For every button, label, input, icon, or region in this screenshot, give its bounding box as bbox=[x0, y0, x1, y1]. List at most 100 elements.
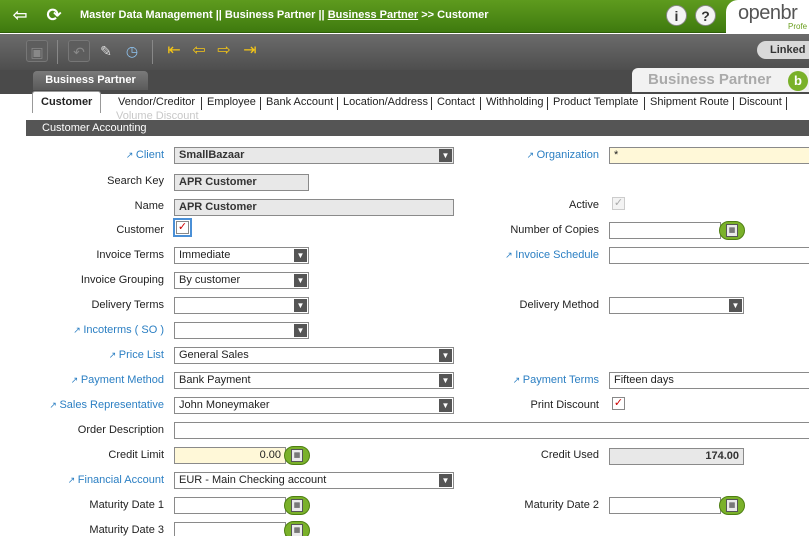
tab-shipment-route[interactable]: Shipment Route bbox=[650, 95, 729, 111]
toolbar-separator bbox=[152, 40, 153, 64]
sales-representative-label[interactable]: Sales Representative bbox=[49, 399, 164, 411]
payment-method-value: Bank Payment bbox=[179, 374, 251, 386]
back-icon[interactable]: ⇦ bbox=[8, 4, 32, 28]
organization-label[interactable]: Organization bbox=[527, 149, 599, 161]
tab-product-template[interactable]: Product Template bbox=[553, 95, 638, 111]
financial-account-label[interactable]: Financial Account bbox=[68, 474, 164, 486]
credit-limit-field[interactable]: 0.00 bbox=[174, 447, 286, 464]
tab-divider bbox=[480, 97, 481, 110]
subtab-customer-accounting[interactable]: Customer Accounting bbox=[26, 120, 809, 136]
calculator-icon[interactable]: ▦ bbox=[284, 521, 310, 536]
window-title: Business Partner bbox=[632, 68, 809, 92]
tab-vendor-creditor[interactable]: Vendor/Creditor bbox=[118, 95, 195, 111]
incoterms-select[interactable]: ▼ bbox=[174, 322, 309, 339]
tab-employee[interactable]: Employee bbox=[207, 95, 256, 111]
name-field[interactable]: APR Customer bbox=[174, 199, 454, 216]
client-select[interactable]: SmallBazaar ▼ bbox=[174, 147, 454, 164]
delivery-method-select[interactable]: ▼ bbox=[609, 297, 744, 314]
delivery-method-label: Delivery Method bbox=[519, 299, 599, 311]
help-icon[interactable]: ? bbox=[695, 5, 716, 26]
dropdown-arrow-icon[interactable]: ▼ bbox=[294, 274, 307, 287]
search-key-label: Search Key bbox=[107, 175, 164, 187]
print-discount-label: Print Discount bbox=[530, 399, 599, 411]
breadcrumb-link-business-partner[interactable]: Business Partner bbox=[328, 9, 418, 21]
invoice-terms-select[interactable]: Immediate ▼ bbox=[174, 247, 309, 264]
tab-location-address[interactable]: Location/Address bbox=[343, 95, 428, 111]
invoice-schedule-label[interactable]: Invoice Schedule bbox=[505, 249, 599, 261]
info-icon[interactable]: i bbox=[666, 5, 687, 26]
client-value: SmallBazaar bbox=[179, 149, 245, 161]
first-record-icon[interactable]: ⇤ bbox=[163, 40, 185, 62]
print-discount-checkbox[interactable]: ✓ bbox=[612, 397, 625, 410]
dropdown-arrow-icon[interactable]: ▼ bbox=[439, 474, 452, 487]
dropdown-arrow-icon[interactable]: ▼ bbox=[439, 374, 452, 387]
tab-withholding[interactable]: Withholding bbox=[486, 95, 543, 111]
last-record-icon[interactable]: ⇥ bbox=[239, 40, 261, 62]
toolbar: ▣ ↶ ✎ ◷ ⇤ ⇦ ⇨ ⇥ bbox=[0, 34, 809, 70]
financial-account-select[interactable]: EUR - Main Checking account ▼ bbox=[174, 472, 454, 489]
tab-divider bbox=[337, 97, 338, 110]
save-icon[interactable]: ▣ bbox=[26, 40, 48, 62]
incoterms-label[interactable]: Incoterms ( SO ) bbox=[73, 324, 164, 336]
tab-divider bbox=[547, 97, 548, 110]
price-list-value: General Sales bbox=[179, 349, 249, 361]
credit-used-label: Credit Used bbox=[540, 449, 599, 461]
dropdown-arrow-icon[interactable]: ▼ bbox=[294, 299, 307, 312]
logo: openbr Profe bbox=[726, 0, 809, 33]
invoice-terms-value: Immediate bbox=[179, 249, 231, 261]
maturity-date-3-field[interactable] bbox=[174, 522, 286, 536]
invoice-grouping-select[interactable]: By customer ▼ bbox=[174, 272, 309, 289]
dropdown-arrow-icon[interactable]: ▼ bbox=[294, 324, 307, 337]
window-tab-business-partner[interactable]: Business Partner bbox=[33, 71, 148, 90]
search-key-field[interactable]: APR Customer bbox=[174, 174, 309, 191]
undo-icon[interactable]: ↶ bbox=[68, 40, 90, 62]
refresh-icon[interactable]: ⟳ bbox=[42, 4, 66, 28]
tab-divider bbox=[733, 97, 734, 110]
number-of-copies-field[interactable] bbox=[609, 222, 721, 239]
organization-field[interactable]: * bbox=[609, 147, 809, 164]
attach-icon[interactable]: ✎ bbox=[95, 40, 117, 62]
dropdown-arrow-icon[interactable]: ▼ bbox=[439, 399, 452, 412]
tab-bank-account[interactable]: Bank Account bbox=[266, 95, 333, 111]
breadcrumb-current: Customer bbox=[437, 9, 489, 21]
delivery-terms-label: Delivery Terms bbox=[91, 299, 164, 311]
tab-customer[interactable]: Customer bbox=[32, 91, 102, 113]
price-list-label[interactable]: Price List bbox=[109, 349, 164, 361]
name-label: Name bbox=[134, 200, 164, 212]
invoice-schedule-select[interactable] bbox=[609, 247, 809, 264]
dropdown-arrow-icon[interactable]: ▼ bbox=[439, 349, 452, 362]
payment-method-label[interactable]: Payment Method bbox=[71, 374, 164, 386]
delivery-terms-select[interactable]: ▼ bbox=[174, 297, 309, 314]
customer-label: Customer bbox=[116, 224, 164, 236]
tab-discount[interactable]: Discount bbox=[739, 95, 782, 111]
maturity-date-2-field[interactable] bbox=[609, 497, 721, 514]
toolbar-separator bbox=[57, 40, 58, 64]
dropdown-arrow-icon[interactable]: ▼ bbox=[439, 149, 452, 162]
tab-divider bbox=[201, 97, 202, 110]
maturity-date-2-label: Maturity Date 2 bbox=[524, 499, 599, 511]
calculator-icon[interactable]: ▦ bbox=[719, 221, 745, 240]
order-description-field[interactable] bbox=[174, 422, 809, 439]
customer-checkbox[interactable]: ✓ bbox=[176, 221, 189, 234]
active-checkbox[interactable]: ✓ bbox=[612, 197, 625, 210]
tab-divider bbox=[644, 97, 645, 110]
maturity-date-1-label: Maturity Date 1 bbox=[89, 499, 164, 511]
linked-items-button[interactable]: Linked bbox=[757, 41, 809, 59]
number-of-copies-label: Number of Copies bbox=[510, 224, 599, 236]
maturity-date-1-field[interactable] bbox=[174, 497, 286, 514]
price-list-select[interactable]: General Sales ▼ bbox=[174, 347, 454, 364]
audit-icon[interactable]: ◷ bbox=[121, 40, 143, 62]
dropdown-arrow-icon[interactable]: ▼ bbox=[729, 299, 742, 312]
client-label[interactable]: Client bbox=[126, 149, 164, 161]
calculator-icon[interactable]: ▦ bbox=[284, 496, 310, 515]
calculator-icon[interactable]: ▦ bbox=[284, 446, 310, 465]
calculator-icon[interactable]: ▦ bbox=[719, 496, 745, 515]
payment-terms-label[interactable]: Payment Terms bbox=[513, 374, 599, 386]
next-record-icon[interactable]: ⇨ bbox=[213, 40, 235, 62]
dropdown-arrow-icon[interactable]: ▼ bbox=[294, 249, 307, 262]
sales-representative-select[interactable]: John Moneymaker ▼ bbox=[174, 397, 454, 414]
previous-record-icon[interactable]: ⇦ bbox=[188, 40, 210, 62]
payment-terms-select[interactable]: Fifteen days bbox=[609, 372, 809, 389]
payment-method-select[interactable]: Bank Payment ▼ bbox=[174, 372, 454, 389]
tab-contact[interactable]: Contact bbox=[437, 95, 475, 111]
